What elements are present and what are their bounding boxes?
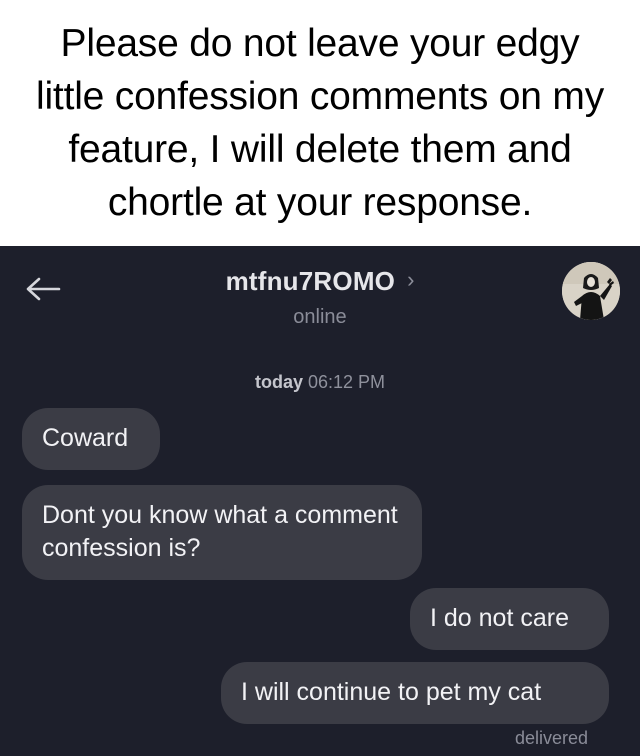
meme-caption: Please do not leave your edgy little con…	[0, 0, 640, 246]
delivery-status: delivered	[514, 728, 588, 748]
outgoing-message[interactable]: I will continue to pet my cat	[221, 662, 609, 724]
timestamp-day: today	[254, 372, 303, 392]
chevron-right-icon[interactable]: ›	[407, 267, 414, 293]
incoming-message[interactable]: Dont you know what a comment confession …	[22, 485, 422, 580]
outgoing-message[interactable]: I do not care	[410, 588, 609, 650]
avatar[interactable]	[562, 262, 620, 320]
chat-screen: mtfnu7ROMO › online today 06:12 PM Cowar…	[0, 246, 640, 756]
timestamp-time: 06:12 PM	[307, 372, 386, 392]
caption-text: Please do not leave your edgy little con…	[36, 22, 604, 224]
contact-status: online	[293, 306, 347, 328]
message-timestamp: today 06:12 PM	[0, 372, 640, 393]
incoming-message[interactable]: Coward	[22, 408, 160, 470]
chat-header-title: mtfnu7ROMO ›	[0, 266, 640, 297]
contact-name[interactable]: mtfnu7ROMO	[226, 266, 396, 297]
